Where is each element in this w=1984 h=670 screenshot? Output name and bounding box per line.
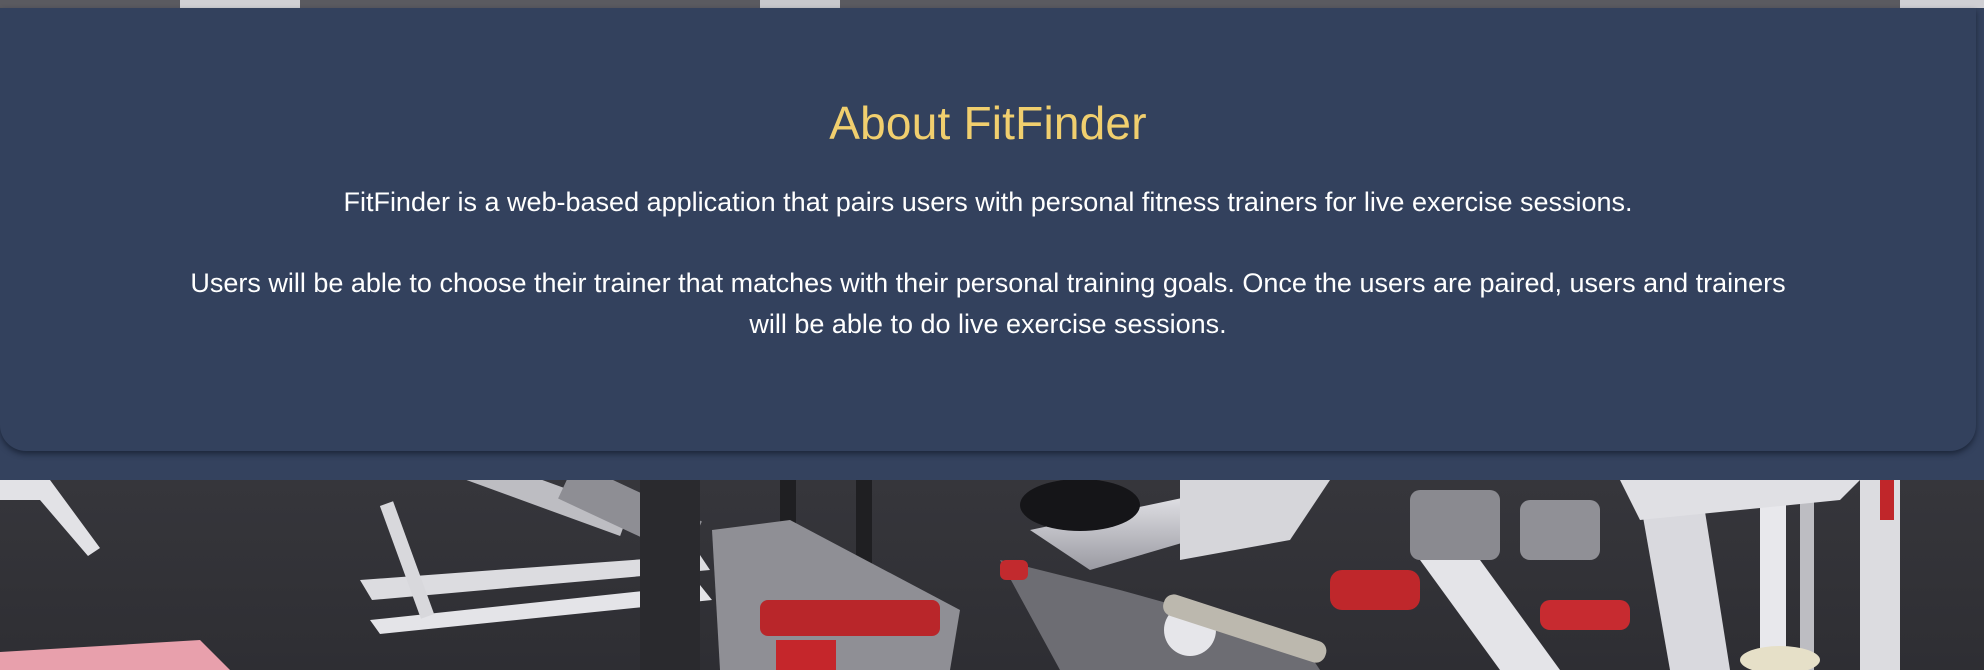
about-paragraph-intro: FitFinder is a web-based application tha… bbox=[343, 187, 1633, 217]
about-section: About FitFinder FitFinder is a web-based… bbox=[0, 8, 1984, 480]
about-card: About FitFinder FitFinder is a web-based… bbox=[0, 8, 1976, 451]
about-title: About FitFinder bbox=[829, 97, 1147, 149]
about-paragraph-details: Users will be able to choose their train… bbox=[190, 268, 1786, 339]
page: About FitFinder FitFinder is a web-based… bbox=[0, 0, 1984, 670]
